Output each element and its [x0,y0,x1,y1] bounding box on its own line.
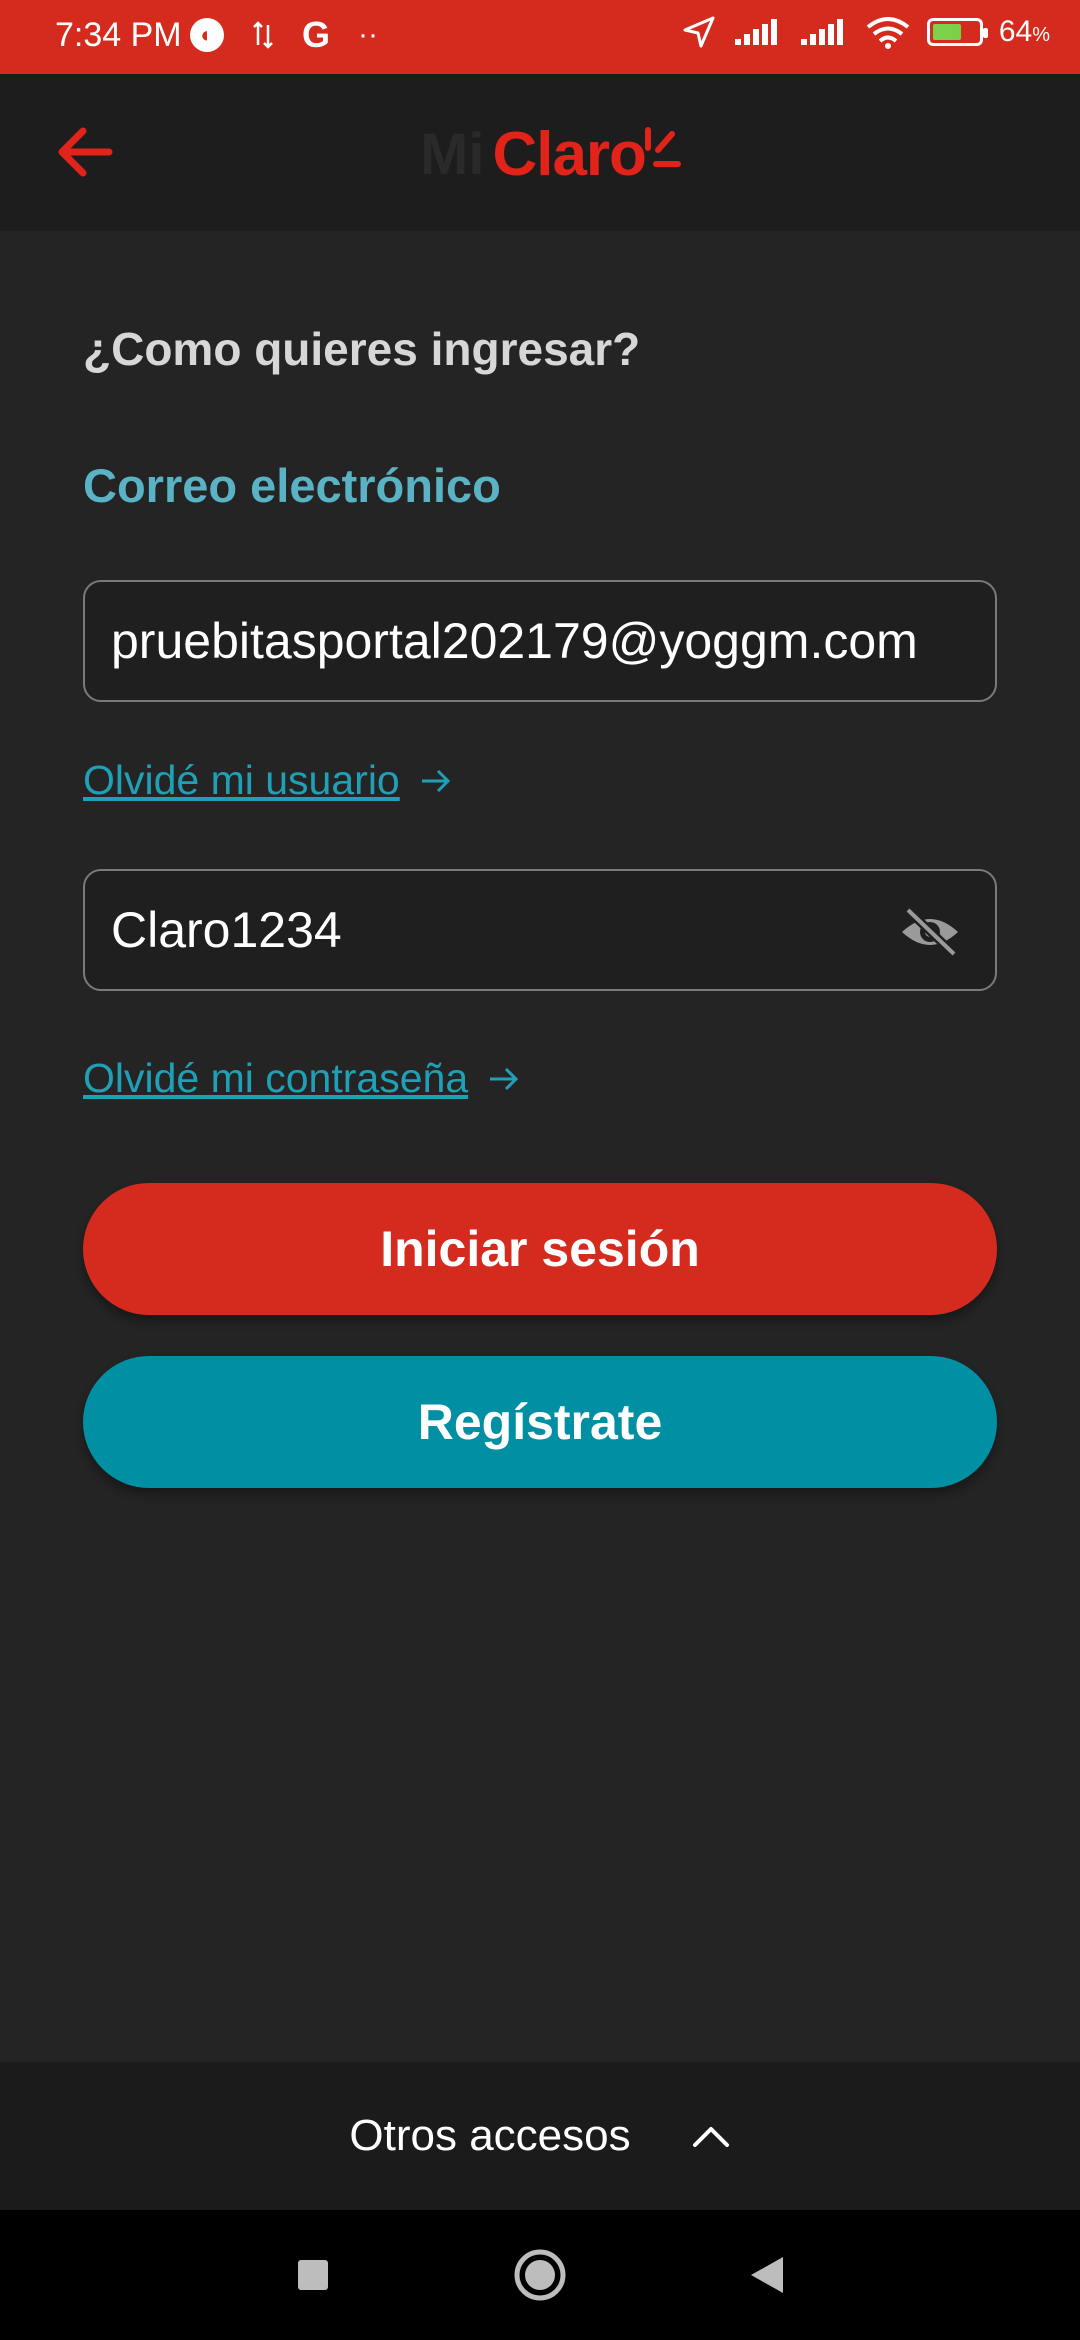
back-button[interactable] [50,117,120,187]
square-icon [298,2260,329,2290]
other-access-label: Otros accesos [349,2111,631,2160]
google-icon: G [302,14,331,55]
logo-text: Claro [492,119,646,189]
system-nav-bar [0,2210,1080,2340]
login-question: ¿Como quieres ingresar? [83,323,641,375]
email-field-container [83,580,997,702]
logo-rays-icon [644,127,681,167]
triangle-back-icon [750,2257,783,2293]
back-arrow-icon [58,127,113,177]
battery-percent: 64% [998,15,1050,48]
other-access-toggle[interactable]: Otros accesos [0,2062,1080,2210]
wifi-icon [866,17,910,49]
toggle-password-visibility[interactable] [895,897,965,967]
forgot-user-link[interactable]: Olvidé mi usuario [83,757,452,804]
status-bar: 7:34 PM ◐ G ·· 64% [0,0,1080,74]
password-field[interactable] [85,901,995,959]
data-transfer-icon [253,21,273,49]
claro-logo: Mi Claro [420,114,682,194]
password-field-container [83,869,997,991]
forgot-password-link[interactable]: Olvidé mi contraseña [83,1055,520,1102]
forgot-user-label: Olvidé mi usuario [83,757,400,803]
status-left-icons: ◐ G ·· [190,14,378,56]
login-method-label: Correo electrónico [83,459,501,512]
email-field[interactable] [85,612,995,670]
arrow-right-icon [421,769,450,792]
eye-off-icon [902,906,958,958]
register-button[interactable]: Regístrate [83,1356,997,1488]
signal-icon [800,19,843,45]
status-time: 7:34 PM [55,16,182,54]
home-circle-icon [514,2249,566,2301]
app-header: Mi Claro [0,74,1080,231]
status-right-icons: 64% [681,14,1050,50]
notification-icon: ◐ [190,18,224,52]
logo-prefix: Mi [420,121,485,187]
back-nav-button[interactable] [732,2240,802,2310]
chevron-up-icon [691,2116,731,2156]
location-icon [683,16,715,48]
battery-icon [926,18,988,46]
home-button[interactable] [505,2240,575,2310]
arrow-right-icon [490,1067,519,1090]
recent-apps-button[interactable] [278,2240,348,2310]
more-dots-icon: ·· [358,18,378,51]
signal-icon [734,19,777,45]
forgot-password-label: Olvidé mi contraseña [83,1055,469,1101]
login-button[interactable]: Iniciar sesión [83,1183,997,1315]
